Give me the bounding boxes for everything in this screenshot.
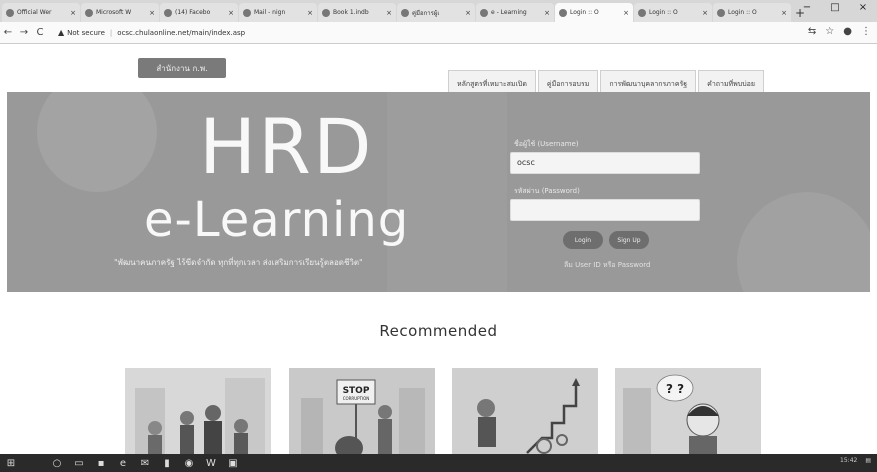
browser-tab[interactable]: Login :: O ×	[713, 3, 791, 22]
tab-close-icon[interactable]: ×	[307, 9, 313, 17]
hero-banner: HRD e-Learning "พัฒนาคนภาครัฐ ไร้ขีดจำกั…	[7, 92, 870, 292]
favicon-icon	[559, 8, 567, 17]
cortana-icon[interactable]: ○	[46, 454, 68, 472]
favicon-icon	[6, 8, 14, 17]
tab-close-icon[interactable]: ×	[702, 9, 708, 17]
windows-taskbar: ⊞ ○ ▭ ▪ e ✉ ▮ ◉ W ▣ 15:42 ▤	[0, 454, 877, 472]
clock-text[interactable]: 15:42	[840, 457, 857, 464]
tab-close-icon[interactable]: ×	[70, 9, 76, 17]
reload-icon[interactable]: C	[32, 27, 48, 38]
browser-tab-strip: Official Wer × Microsoft W × (14) Facebo × Mai…	[0, 0, 877, 22]
browser-tab[interactable]: Book 1.indb ×	[318, 3, 396, 22]
files-icon[interactable]: ▮	[156, 454, 178, 472]
tab-close-icon[interactable]: ×	[386, 9, 392, 17]
tab-title: (14) Facebo	[175, 9, 211, 16]
minimize-button[interactable]: −	[793, 2, 821, 13]
card-stop-corruption[interactable]: STOP CORRUPTION	[289, 368, 435, 456]
site-logo[interactable]: สำนักงาน ก.พ.	[138, 58, 226, 78]
favicon-icon	[401, 8, 409, 17]
tab-title: Official Wer	[17, 9, 52, 16]
favicon-icon	[322, 8, 330, 17]
tab-title: Microsoft W	[96, 9, 132, 16]
login-button[interactable]: Login	[563, 231, 603, 249]
warning-icon: ▲	[58, 28, 65, 37]
tab-close-icon[interactable]: ×	[781, 9, 787, 17]
edge-icon[interactable]: e	[112, 454, 134, 472]
card-people-illustration	[125, 368, 271, 456]
password-input[interactable]	[510, 199, 700, 221]
favicon-icon	[85, 8, 93, 17]
photos-icon[interactable]: ▣	[222, 454, 244, 472]
card-question[interactable]: ? ?	[615, 368, 761, 456]
favicon-icon	[164, 8, 172, 17]
tab-close-icon[interactable]: ×	[228, 9, 234, 17]
card-growth-illustration	[452, 368, 598, 456]
window-controls: − □ ×	[793, 2, 877, 13]
start-icon[interactable]: ⊞	[0, 454, 22, 472]
translate-icon[interactable]: ⇆	[808, 26, 816, 37]
browser-tab[interactable]: Official Wer ×	[2, 3, 80, 22]
tab-title: คู่มือการผู้เ	[412, 9, 440, 17]
card-people[interactable]	[125, 368, 271, 456]
system-tray: 15:42 ▤	[840, 457, 871, 464]
browser-tab[interactable]: Mail - nign ×	[239, 3, 317, 22]
tab-title: e - Learning	[491, 9, 527, 16]
mail-icon[interactable]: ✉	[134, 454, 156, 472]
menu-icon[interactable]: ⋮	[861, 26, 871, 37]
tab-title: Login :: O	[728, 9, 757, 16]
username-label: ชื่อผู้ใช้ (Username)	[514, 140, 579, 148]
profile-icon[interactable]: ●	[843, 26, 852, 37]
back-icon[interactable]: ←	[0, 27, 16, 38]
browser-tab[interactable]: e - Learning ×	[476, 3, 554, 22]
tab-title: Login :: O	[649, 9, 678, 16]
close-window-button[interactable]: ×	[849, 2, 877, 13]
tab-title: Book 1.indb	[333, 9, 369, 16]
favicon-icon	[243, 8, 251, 17]
folder-icon[interactable]: ▪	[90, 454, 112, 472]
toolbar-icons: ⇆ ☆ ● ⋮	[808, 26, 871, 37]
logo-text: สำนักงาน ก.พ.	[156, 63, 208, 73]
chrome-icon[interactable]: ◉	[178, 454, 200, 472]
not-secure-label: Not secure	[67, 28, 105, 37]
url-text[interactable]: ocsc.chulaonline.net/main/index.asp	[117, 29, 245, 37]
notification-icon[interactable]: ▤	[865, 457, 871, 464]
tab-title: Mail - nign	[254, 9, 286, 16]
tab-close-icon[interactable]: ×	[465, 9, 471, 17]
maximize-button[interactable]: □	[821, 2, 849, 13]
card-stop-illustration: STOP CORRUPTION	[289, 368, 435, 456]
browser-tab[interactable]: Microsoft W ×	[81, 3, 159, 22]
card-question-illustration: ? ?	[615, 368, 761, 456]
task-view-icon[interactable]: ▭	[68, 454, 90, 472]
stop-sign-subtext: CORRUPTION	[343, 396, 370, 401]
hero-subtitle: e-Learning	[144, 192, 410, 248]
favicon-icon	[717, 8, 725, 17]
hero-tagline: "พัฒนาคนภาครัฐ ไร้ขีดจำกัด ทุกที่ทุกเวลา…	[114, 258, 363, 267]
url-omnibox[interactable]: ▲ Not secure | ocsc.chulaonline.net/main…	[54, 25, 824, 41]
password-label: รหัสผ่าน (Password)	[514, 187, 580, 195]
signup-button[interactable]: Sign Up	[609, 231, 649, 249]
star-icon[interactable]: ☆	[825, 26, 834, 37]
browser-tab[interactable]: (14) Facebo ×	[160, 3, 238, 22]
url-separator: |	[109, 28, 113, 37]
word-icon[interactable]: W	[200, 454, 222, 472]
tab-close-icon[interactable]: ×	[623, 9, 629, 17]
hero-title: HRD	[199, 102, 374, 191]
question-marks-text: ? ?	[666, 382, 684, 396]
recommended-heading: Recommended	[379, 322, 498, 340]
browser-tab[interactable]: คู่มือการผู้เ ×	[397, 3, 475, 22]
browser-tab[interactable]: Login :: O ×	[555, 3, 633, 22]
stop-sign-text: STOP	[343, 386, 370, 396]
browser-tab[interactable]: Login :: O ×	[634, 3, 712, 22]
forgot-password-link[interactable]: ลืม User ID หรือ Password	[564, 260, 651, 271]
forward-icon[interactable]: →	[16, 27, 32, 38]
tab-close-icon[interactable]: ×	[149, 9, 155, 17]
card-growth[interactable]	[452, 368, 598, 456]
tab-title: Login :: O	[570, 9, 599, 16]
favicon-icon	[638, 8, 646, 17]
tab-close-icon[interactable]: ×	[544, 9, 550, 17]
address-bar: ← → C ▲ Not secure | ocsc.chulaonline.ne…	[0, 22, 877, 44]
username-input[interactable]: ocsc	[510, 152, 700, 174]
favicon-icon	[480, 8, 488, 17]
